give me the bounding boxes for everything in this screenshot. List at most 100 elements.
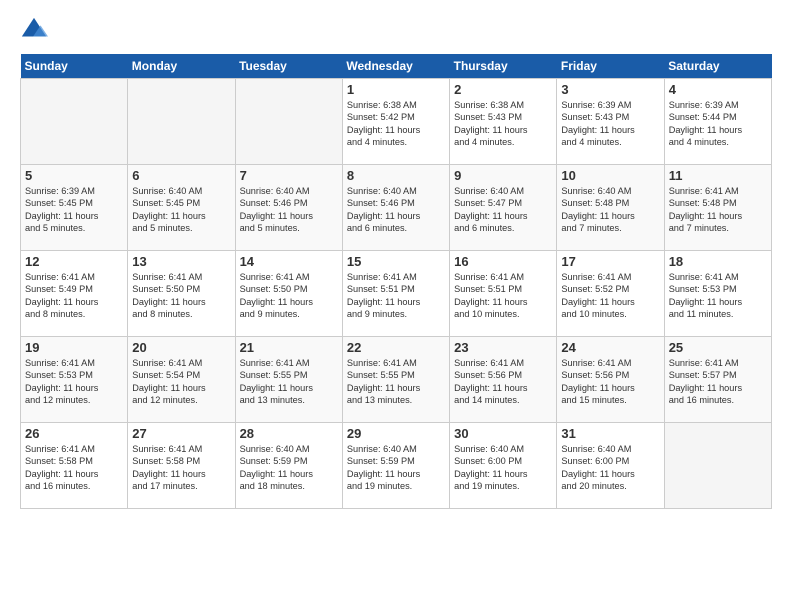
- day-number: 16: [454, 254, 552, 269]
- calendar-cell: 5 Sunrise: 6:39 AM Sunset: 5:45 PM Daylig…: [21, 165, 128, 251]
- calendar-cell: 11Sunrise: 6:41 AM Sunset: 5:48 PM Dayli…: [664, 165, 771, 251]
- day-info: Sunrise: 6:41 AM Sunset: 5:55 PM Dayligh…: [240, 357, 338, 407]
- day-info: Sunrise: 6:38 AM Sunset: 5:43 PM Dayligh…: [454, 99, 552, 149]
- day-number: 19: [25, 340, 123, 355]
- day-number: 17: [561, 254, 659, 269]
- day-info: Sunrise: 6:41 AM Sunset: 5:56 PM Dayligh…: [454, 357, 552, 407]
- day-info: Sunrise: 6:40 AM Sunset: 5:47 PM Dayligh…: [454, 185, 552, 235]
- header-row: SundayMondayTuesdayWednesdayThursdayFrid…: [21, 54, 772, 79]
- calendar-cell: 28Sunrise: 6:40 AM Sunset: 5:59 PM Dayli…: [235, 423, 342, 509]
- header-cell-friday: Friday: [557, 54, 664, 79]
- day-number: 26: [25, 426, 123, 441]
- calendar-cell: 29Sunrise: 6:40 AM Sunset: 5:59 PM Dayli…: [342, 423, 449, 509]
- day-number: 6: [132, 168, 230, 183]
- calendar-cell: 13 Sunrise: 6:41 AM Sunset: 5:50 PM Dayli…: [128, 251, 235, 337]
- day-number: 18: [669, 254, 767, 269]
- day-info: Sunrise: 6:41 AM Sunset: 5:51 PM Dayligh…: [347, 271, 445, 321]
- day-number: 5: [25, 168, 123, 183]
- week-row-1: 1 Sunrise: 6:38 AM Sunset: 5:42 PM Daylig…: [21, 79, 772, 165]
- calendar-cell: 7 Sunrise: 6:40 AM Sunset: 5:46 PM Daylig…: [235, 165, 342, 251]
- calendar-cell: 6 Sunrise: 6:40 AM Sunset: 5:45 PM Daylig…: [128, 165, 235, 251]
- day-info: Sunrise: 6:40 AM Sunset: 5:46 PM Dayligh…: [240, 185, 338, 235]
- day-number: 21: [240, 340, 338, 355]
- calendar-cell: [128, 79, 235, 165]
- day-info: Sunrise: 6:39 AM Sunset: 5:43 PM Dayligh…: [561, 99, 659, 149]
- calendar-cell: 25Sunrise: 6:41 AM Sunset: 5:57 PM Dayli…: [664, 337, 771, 423]
- day-info: Sunrise: 6:41 AM Sunset: 5:52 PM Dayligh…: [561, 271, 659, 321]
- day-number: 9: [454, 168, 552, 183]
- day-info: Sunrise: 6:40 AM Sunset: 5:59 PM Dayligh…: [240, 443, 338, 493]
- calendar-cell: 21 Sunrise: 6:41 AM Sunset: 5:55 PM Dayli…: [235, 337, 342, 423]
- day-info: Sunrise: 6:41 AM Sunset: 5:54 PM Dayligh…: [132, 357, 230, 407]
- day-number: 13: [132, 254, 230, 269]
- day-info: Sunrise: 6:40 AM Sunset: 5:48 PM Dayligh…: [561, 185, 659, 235]
- calendar-cell: 14 Sunrise: 6:41 AM Sunset: 5:50 PM Dayli…: [235, 251, 342, 337]
- logo-icon: [20, 16, 48, 44]
- calendar-cell: [235, 79, 342, 165]
- day-number: 8: [347, 168, 445, 183]
- day-info: Sunrise: 6:40 AM Sunset: 5:59 PM Dayligh…: [347, 443, 445, 493]
- day-number: 14: [240, 254, 338, 269]
- day-info: Sunrise: 6:41 AM Sunset: 5:50 PM Dayligh…: [132, 271, 230, 321]
- day-number: 2: [454, 82, 552, 97]
- header-cell-monday: Monday: [128, 54, 235, 79]
- day-info: Sunrise: 6:41 AM Sunset: 5:50 PM Dayligh…: [240, 271, 338, 321]
- week-row-4: 19 Sunrise: 6:41 AM Sunset: 5:53 PM Dayli…: [21, 337, 772, 423]
- calendar-cell: 19 Sunrise: 6:41 AM Sunset: 5:53 PM Dayli…: [21, 337, 128, 423]
- calendar-cell: 30 Sunrise: 6:40 AM Sunset: 6:00 PM Dayli…: [450, 423, 557, 509]
- header: [20, 16, 772, 44]
- day-info: Sunrise: 6:41 AM Sunset: 5:56 PM Dayligh…: [561, 357, 659, 407]
- day-info: Sunrise: 6:38 AM Sunset: 5:42 PM Dayligh…: [347, 99, 445, 149]
- calendar-cell: 8 Sunrise: 6:40 AM Sunset: 5:46 PM Daylig…: [342, 165, 449, 251]
- day-number: 22: [347, 340, 445, 355]
- calendar-cell: 23 Sunrise: 6:41 AM Sunset: 5:56 PM Dayli…: [450, 337, 557, 423]
- day-info: Sunrise: 6:41 AM Sunset: 5:53 PM Dayligh…: [25, 357, 123, 407]
- calendar-cell: 15 Sunrise: 6:41 AM Sunset: 5:51 PM Dayli…: [342, 251, 449, 337]
- header-cell-thursday: Thursday: [450, 54, 557, 79]
- week-row-2: 5 Sunrise: 6:39 AM Sunset: 5:45 PM Daylig…: [21, 165, 772, 251]
- day-number: 15: [347, 254, 445, 269]
- day-info: Sunrise: 6:41 AM Sunset: 5:53 PM Dayligh…: [669, 271, 767, 321]
- day-number: 24: [561, 340, 659, 355]
- calendar-table: SundayMondayTuesdayWednesdayThursdayFrid…: [20, 54, 772, 509]
- calendar-cell: 3Sunrise: 6:39 AM Sunset: 5:43 PM Daylig…: [557, 79, 664, 165]
- day-number: 7: [240, 168, 338, 183]
- day-number: 31: [561, 426, 659, 441]
- header-cell-wednesday: Wednesday: [342, 54, 449, 79]
- calendar-cell: 27Sunrise: 6:41 AM Sunset: 5:58 PM Dayli…: [128, 423, 235, 509]
- week-row-5: 26 Sunrise: 6:41 AM Sunset: 5:58 PM Dayli…: [21, 423, 772, 509]
- logo: [20, 16, 52, 44]
- header-cell-sunday: Sunday: [21, 54, 128, 79]
- day-number: 10: [561, 168, 659, 183]
- day-info: Sunrise: 6:40 AM Sunset: 6:00 PM Dayligh…: [454, 443, 552, 493]
- day-info: Sunrise: 6:39 AM Sunset: 5:44 PM Dayligh…: [669, 99, 767, 149]
- calendar-cell: 4 Sunrise: 6:39 AM Sunset: 5:44 PM Daylig…: [664, 79, 771, 165]
- day-info: Sunrise: 6:41 AM Sunset: 5:51 PM Dayligh…: [454, 271, 552, 321]
- week-row-3: 12Sunrise: 6:41 AM Sunset: 5:49 PM Dayli…: [21, 251, 772, 337]
- calendar-cell: 12Sunrise: 6:41 AM Sunset: 5:49 PM Dayli…: [21, 251, 128, 337]
- day-info: Sunrise: 6:41 AM Sunset: 5:49 PM Dayligh…: [25, 271, 123, 321]
- calendar-cell: 22 Sunrise: 6:41 AM Sunset: 5:55 PM Dayli…: [342, 337, 449, 423]
- day-info: Sunrise: 6:39 AM Sunset: 5:45 PM Dayligh…: [25, 185, 123, 235]
- day-info: Sunrise: 6:41 AM Sunset: 5:57 PM Dayligh…: [669, 357, 767, 407]
- day-number: 4: [669, 82, 767, 97]
- day-number: 30: [454, 426, 552, 441]
- day-info: Sunrise: 6:40 AM Sunset: 5:46 PM Dayligh…: [347, 185, 445, 235]
- day-info: Sunrise: 6:41 AM Sunset: 5:58 PM Dayligh…: [25, 443, 123, 493]
- calendar-cell: 18 Sunrise: 6:41 AM Sunset: 5:53 PM Dayli…: [664, 251, 771, 337]
- day-number: 23: [454, 340, 552, 355]
- day-number: 1: [347, 82, 445, 97]
- calendar-cell: 20 Sunrise: 6:41 AM Sunset: 5:54 PM Dayli…: [128, 337, 235, 423]
- header-cell-tuesday: Tuesday: [235, 54, 342, 79]
- day-number: 20: [132, 340, 230, 355]
- day-info: Sunrise: 6:41 AM Sunset: 5:55 PM Dayligh…: [347, 357, 445, 407]
- calendar-cell: 2 Sunrise: 6:38 AM Sunset: 5:43 PM Daylig…: [450, 79, 557, 165]
- calendar-cell: 9 Sunrise: 6:40 AM Sunset: 5:47 PM Daylig…: [450, 165, 557, 251]
- calendar-cell: [664, 423, 771, 509]
- day-info: Sunrise: 6:40 AM Sunset: 5:45 PM Dayligh…: [132, 185, 230, 235]
- calendar-cell: 16 Sunrise: 6:41 AM Sunset: 5:51 PM Dayli…: [450, 251, 557, 337]
- calendar-cell: 24 Sunrise: 6:41 AM Sunset: 5:56 PM Dayli…: [557, 337, 664, 423]
- day-info: Sunrise: 6:40 AM Sunset: 6:00 PM Dayligh…: [561, 443, 659, 493]
- day-number: 27: [132, 426, 230, 441]
- calendar-cell: 10 Sunrise: 6:40 AM Sunset: 5:48 PM Dayli…: [557, 165, 664, 251]
